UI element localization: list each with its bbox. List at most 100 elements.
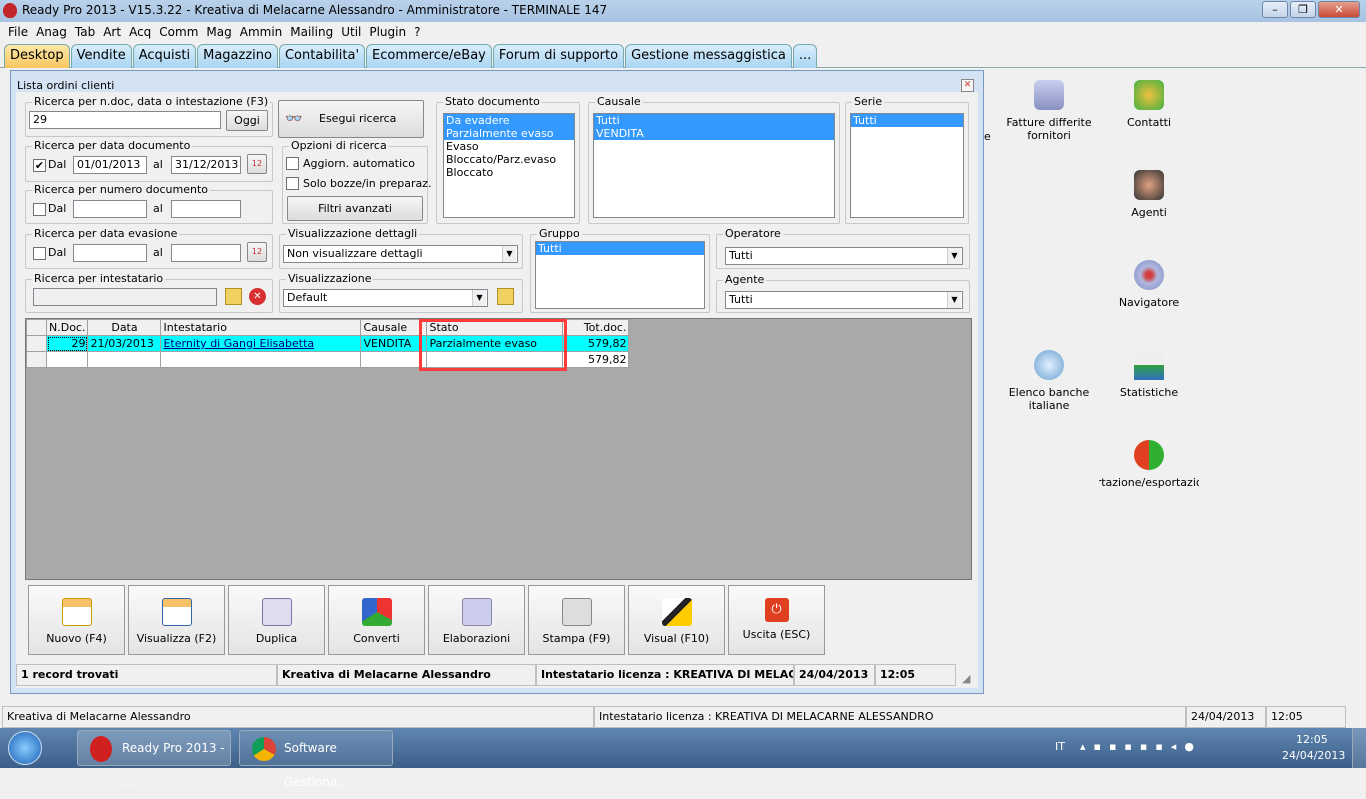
evasion-date-from-input[interactable] xyxy=(73,244,147,262)
clear-icon[interactable]: ✕ xyxy=(249,288,266,305)
tab-vendite[interactable]: Vendite xyxy=(70,44,132,68)
row-selector[interactable] xyxy=(26,335,47,352)
cell-causale[interactable]: VENDITA xyxy=(360,335,428,352)
menu-util[interactable]: Util xyxy=(341,25,361,39)
language-indicator[interactable]: IT xyxy=(1055,740,1065,753)
print-button[interactable]: Stampa (F9) xyxy=(528,585,625,655)
resize-grip-icon[interactable]: ◢ xyxy=(962,672,970,685)
convert-button[interactable]: Converti xyxy=(328,585,425,655)
stato-listbox[interactable]: Da evadere Parzialmente evaso Evaso Bloccat… xyxy=(443,113,575,218)
new-button[interactable]: Nuovo (F4) xyxy=(28,585,125,655)
doc-number-checkbox[interactable] xyxy=(33,203,46,216)
auto-update-checkbox[interactable] xyxy=(286,157,299,170)
tab-forum[interactable]: Forum di supporto xyxy=(492,44,625,68)
folder-icon[interactable] xyxy=(497,288,514,305)
visual-button[interactable]: Visual (F10) xyxy=(628,585,725,655)
start-button[interactable] xyxy=(8,731,42,765)
agente-select[interactable]: Tutti ▼ xyxy=(725,291,963,309)
tab-ecommerce[interactable]: Ecommerce/eBay xyxy=(366,44,492,68)
tab-acquisti[interactable]: Acquisti xyxy=(132,44,197,68)
gruppo-listbox[interactable]: Tutti xyxy=(535,241,705,309)
menu-file[interactable]: File xyxy=(8,25,28,39)
exit-button[interactable]: ⏻ Uscita (ESC) xyxy=(728,585,825,655)
minimize-button[interactable]: – xyxy=(1262,1,1288,18)
tab-magazzino[interactable]: Magazzino xyxy=(197,44,278,68)
doc-date-from-input[interactable]: 01/01/2013 xyxy=(73,156,147,174)
clock-date[interactable]: 24/04/2013 xyxy=(1282,749,1345,762)
col-totdoc[interactable]: Tot.doc. xyxy=(562,319,630,336)
cell-ndoc[interactable]: 29 xyxy=(45,335,89,352)
close-button[interactable]: ✕ xyxy=(1318,1,1360,18)
calendar-icon[interactable]: 12 xyxy=(247,242,267,262)
processing-button[interactable]: Elaborazioni xyxy=(428,585,525,655)
desktop-icon-banche[interactable]: Elenco banche italiane xyxy=(999,350,1099,412)
menu-ammin[interactable]: Ammin xyxy=(240,25,283,39)
list-item[interactable]: Evaso xyxy=(444,140,574,153)
list-item[interactable]: Bloccato/Parz.evaso xyxy=(444,153,574,166)
duplicate-button[interactable]: Duplica xyxy=(228,585,325,655)
view-button[interactable]: Visualizza (F2) xyxy=(128,585,225,655)
group-legend: Ricerca per numero documento xyxy=(32,183,211,196)
evasion-date-to-input[interactable] xyxy=(171,244,241,262)
taskbar-readypro[interactable]: Ready Pro 2013 - ... xyxy=(77,730,231,789)
tab-more[interactable]: ... xyxy=(792,44,818,68)
menu-plugin[interactable]: Plugin xyxy=(369,25,406,39)
desktop-icon-statistiche[interactable]: Statistiche xyxy=(1099,350,1199,399)
view-select[interactable]: Default ▼ xyxy=(283,289,488,307)
desktop-icon-agenti[interactable]: Agenti xyxy=(1099,170,1199,219)
run-search-button[interactable]: 👓 Esegui ricerca xyxy=(278,100,424,138)
menu-anag[interactable]: Anag xyxy=(36,25,67,39)
tray-icons[interactable]: ▴▪▪▪▪▪◂● xyxy=(1080,740,1202,753)
folder-icon[interactable] xyxy=(225,288,242,305)
menu-acq[interactable]: Acq xyxy=(129,25,151,39)
list-item[interactable]: Tutti xyxy=(536,242,704,255)
taskbar-chrome[interactable]: Software Gestiona... xyxy=(239,730,393,789)
serie-listbox[interactable]: Tutti xyxy=(850,113,964,218)
list-item[interactable]: Tutti xyxy=(594,114,834,127)
menu-tab[interactable]: Tab xyxy=(75,25,95,39)
list-item[interactable]: VENDITA xyxy=(594,127,834,140)
today-button[interactable]: Oggi xyxy=(226,110,268,131)
search-input[interactable]: 29 xyxy=(29,111,221,129)
operatore-select[interactable]: Tutti ▼ xyxy=(725,247,963,265)
col-intestatario[interactable]: Intestatario xyxy=(160,319,362,336)
tab-contabilita[interactable]: Contabilita' xyxy=(278,44,366,68)
cell-data[interactable]: 21/03/2013 xyxy=(87,335,162,352)
menu-mailing[interactable]: Mailing xyxy=(290,25,333,39)
col-data[interactable]: Data xyxy=(87,319,162,336)
list-item[interactable]: Parzialmente evaso xyxy=(444,127,574,140)
cell-intestatario[interactable]: Eternity di Gangi Elisabetta xyxy=(160,335,362,352)
desktop-icon-import-export[interactable]: Importazione/esportazione dati xyxy=(1099,440,1199,489)
tab-bar: Desktop Vendite Acquisti Magazzino Contabili… xyxy=(0,42,1366,68)
maximize-button[interactable]: ❐ xyxy=(1290,1,1316,18)
calendar-icon[interactable]: 12 xyxy=(247,154,267,174)
details-select[interactable]: Non visualizzare dettagli ▼ xyxy=(283,245,518,263)
col-causale[interactable]: Causale xyxy=(360,319,428,336)
cell-totdoc[interactable]: 579,82 xyxy=(562,335,630,352)
list-item[interactable]: Tutti xyxy=(851,114,963,127)
doc-date-to-input[interactable]: 31/12/2013 xyxy=(171,156,241,174)
menu-art[interactable]: Art xyxy=(103,25,121,39)
doc-number-to-input[interactable] xyxy=(171,200,241,218)
desktop-icon-contatti[interactable]: Contatti xyxy=(1099,80,1199,129)
list-item[interactable]: Bloccato xyxy=(444,166,574,179)
doc-number-from-input[interactable] xyxy=(73,200,147,218)
list-item[interactable]: Da evadere xyxy=(444,114,574,127)
show-desktop-button[interactable] xyxy=(1352,728,1366,768)
menu-comm[interactable]: Comm xyxy=(159,25,198,39)
menu-mag[interactable]: Mag xyxy=(206,25,231,39)
col-ndoc[interactable]: N.Doc. xyxy=(45,319,89,336)
causale-listbox[interactable]: Tutti VENDITA xyxy=(593,113,835,218)
clock-time[interactable]: 12:05 xyxy=(1296,733,1328,746)
window-close-button[interactable]: ✕ xyxy=(961,79,974,92)
drafts-checkbox[interactable] xyxy=(286,177,299,190)
holder-input[interactable] xyxy=(33,288,217,306)
tab-desktop[interactable]: Desktop xyxy=(4,44,70,68)
doc-date-checkbox[interactable]: ✔ xyxy=(33,159,46,172)
desktop-icon-fatture[interactable]: Fatture differite fornitori xyxy=(999,80,1099,142)
advanced-filters-button[interactable]: Filtri avanzati xyxy=(287,196,423,221)
evasion-date-checkbox[interactable] xyxy=(33,247,46,260)
menu-help[interactable]: ? xyxy=(414,25,420,39)
desktop-icon-navigatore[interactable]: Navigatore xyxy=(1099,260,1199,309)
tab-messaggistica[interactable]: Gestione messaggistica xyxy=(625,44,792,68)
